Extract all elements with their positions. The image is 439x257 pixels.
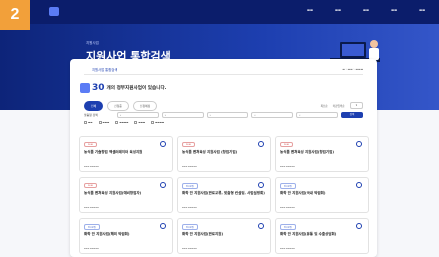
app-window: ▬▬ ▬▬ ▬▬ ▬▬ ▬▬ 지원사업 지원사업 통합검색 2 지원사업 통합검… (0, 0, 439, 257)
program-card[interactable]: D-30 농식품 벤처육성 지원사업 (창업기업) ▬▬▬ ▬▬▬▬▬ (177, 136, 271, 172)
program-title: 화학 안 지원사업(국내 박람회) (280, 191, 326, 195)
result-text: 개의 정부지원사업이 있습니다. (106, 86, 167, 91)
bookmark-icon[interactable] (160, 141, 166, 147)
program-card[interactable]: 상시모집화학 안 지원사업(판로교류, 맞춤형 컨설팅, 사업설명회) ▬▬▬ ▬… (177, 177, 271, 213)
program-title: 화학 안 지원사업(유통 및 수출상담회) (280, 232, 337, 236)
deadline-tag: D-30 (84, 183, 97, 188)
sort-latest[interactable]: 최신순 (321, 104, 328, 108)
filter-all[interactable]: 전체 (84, 101, 104, 111)
page-size-select[interactable]: ▾ (349, 102, 363, 109)
checkbox[interactable]: ▬▬ (84, 121, 93, 124)
bookmark-icon[interactable] (160, 182, 166, 188)
nav-item[interactable]: ▬▬ (391, 8, 397, 12)
checkbox[interactable]: ▬▬▬ (98, 121, 109, 124)
breadcrumb: ▬ › ▬▬ › ▬▬▬ (342, 67, 363, 71)
deadline-tag: 상시모집 (182, 224, 198, 230)
program-card[interactable]: 상시모집화학 안 지원사업(유통 및 수출상담회) ▬▬▬ ▬▬▬▬▬ (275, 218, 369, 254)
bookmark-icon[interactable] (356, 223, 362, 229)
dropdown[interactable]: ▾ (296, 112, 338, 118)
dropdown[interactable]: ▾ (251, 112, 294, 118)
checkbox[interactable]: ▬▬▬ (134, 121, 145, 124)
dropdown[interactable]: ▾ (161, 112, 204, 118)
program-meta: ▬▬▬ ▬▬▬▬▬ (84, 166, 99, 168)
program-card[interactable]: 상시모집화학 안 지원사업(국내 박람회) ▬▬▬ ▬▬▬▬▬ (275, 177, 369, 213)
search-button[interactable]: 검색 (340, 112, 363, 118)
program-meta: ▬▬▬ ▬▬▬▬▬ (182, 248, 197, 250)
document-icon (80, 83, 90, 93)
program-title: 화학 안 지원사업(해외 박람회) (84, 232, 130, 236)
deadline-tag: 상시모집 (182, 183, 198, 189)
deadline-tag: D-30 (280, 142, 293, 147)
bookmark-icon[interactable] (356, 141, 362, 147)
nav-item[interactable]: ▬▬ (363, 8, 369, 12)
program-meta: ▬▬▬ ▬▬▬▬▬ (280, 166, 295, 168)
program-meta: ▬▬▬ ▬▬▬▬▬ (182, 166, 197, 168)
search-panel: 지원사업 통합검색 ▬ › ▬▬ › ▬▬▬ 30 개의 정부지원사업이 있습니… (70, 59, 377, 257)
dropdown[interactable]: ▾ (117, 112, 159, 118)
program-meta: ▬▬▬ ▬▬▬▬▬ (280, 248, 295, 250)
logo-icon (49, 7, 59, 16)
dropdown[interactable]: ▾ (206, 112, 249, 118)
program-meta: ▬▬▬ ▬▬▬▬▬ (280, 207, 295, 209)
deadline-tag: D-30 (182, 142, 195, 147)
detail-search-label: 맞춤형 검색 (84, 113, 98, 117)
checkbox[interactable]: ▬▬▬▬ (151, 121, 164, 124)
bookmark-icon[interactable] (258, 223, 264, 229)
program-card[interactable]: 상시모집화학 안 지원사업(판로지원) ▬▬▬ ▬▬▬▬▬ (177, 218, 271, 254)
program-meta: ▬▬▬ ▬▬▬▬▬ (84, 248, 99, 250)
bookmark-icon[interactable] (258, 182, 264, 188)
program-title: 농식품 기술창업 액셀러레이터 육성지원 (84, 150, 143, 154)
nav-item[interactable]: ▬▬ (335, 8, 341, 12)
step-badge: 2 (0, 0, 30, 30)
program-card[interactable]: D-30 농식품 벤처육성 지원사업(창업기업) ▬▬▬ ▬▬▬▬▬ (275, 136, 369, 172)
nav-item[interactable]: ▬▬ (419, 8, 425, 12)
sort-deadline[interactable]: 마감임박순 (333, 104, 345, 108)
hero-kicker: 지원사업 (86, 41, 99, 45)
program-card[interactable]: D-30 농식품 기술창업 액셀러레이터 육성지원 ▬▬▬ ▬▬▬▬▬ (79, 136, 173, 172)
deadline-tag: 상시모집 (84, 224, 100, 230)
category-checkboxes: ▬▬ ▬▬▬ ▬▬▬▬ ▬▬▬ ▬▬▬▬ (84, 121, 164, 124)
bookmark-icon[interactable] (258, 141, 264, 147)
status-filters: 전체 신청중 신청예정 (84, 101, 158, 111)
top-nav: ▬▬ ▬▬ ▬▬ ▬▬ ▬▬ (0, 0, 439, 24)
program-title: 농식품 벤처육성 지원사업 (창업기업) (182, 150, 238, 154)
program-meta: ▬▬▬ ▬▬▬▬▬ (182, 207, 197, 209)
detail-search-row: 맞춤형 검색 ▾ ▾ ▾ ▾ ▾ 검색 (84, 112, 363, 118)
program-title: 화학 안 지원사업(판로지원) (182, 232, 224, 236)
filter-upcoming[interactable]: 신청예정 (132, 101, 158, 111)
nav-item[interactable]: ▬▬ (307, 8, 313, 12)
bookmark-icon[interactable] (160, 223, 166, 229)
filter-open[interactable]: 신청중 (107, 101, 129, 111)
program-title: 농식품 벤처육성 지원사업(예비창업자) (84, 191, 142, 195)
result-count: 30 개의 정부지원사업이 있습니다. (80, 83, 166, 93)
checkbox[interactable]: ▬▬▬▬ (115, 121, 128, 124)
program-card[interactable]: D-30 농식품 벤처육성 지원사업(예비창업자) ▬▬▬ ▬▬▬▬▬ (79, 177, 173, 213)
program-card[interactable]: 상시모집화학 안 지원사업(해외 박람회) ▬▬▬ ▬▬▬▬▬ (79, 218, 173, 254)
deadline-tag: D-30 (84, 142, 97, 147)
deadline-tag: 상시모집 (280, 224, 296, 230)
site-logo[interactable] (49, 7, 59, 16)
program-meta: ▬▬▬ ▬▬▬▬▬ (84, 207, 99, 209)
program-title: 농식품 벤처육성 지원사업(창업기업) (280, 150, 334, 154)
divider (84, 74, 363, 75)
program-title: 화학 안 지원사업(판로교류, 맞춤형 컨설팅, 사업설명회) (182, 191, 265, 195)
result-number: 30 (92, 83, 105, 93)
sort-options: 최신순 마감임박순 ▾ (321, 102, 363, 109)
deadline-tag: 상시모집 (280, 183, 296, 189)
bookmark-icon[interactable] (356, 182, 362, 188)
